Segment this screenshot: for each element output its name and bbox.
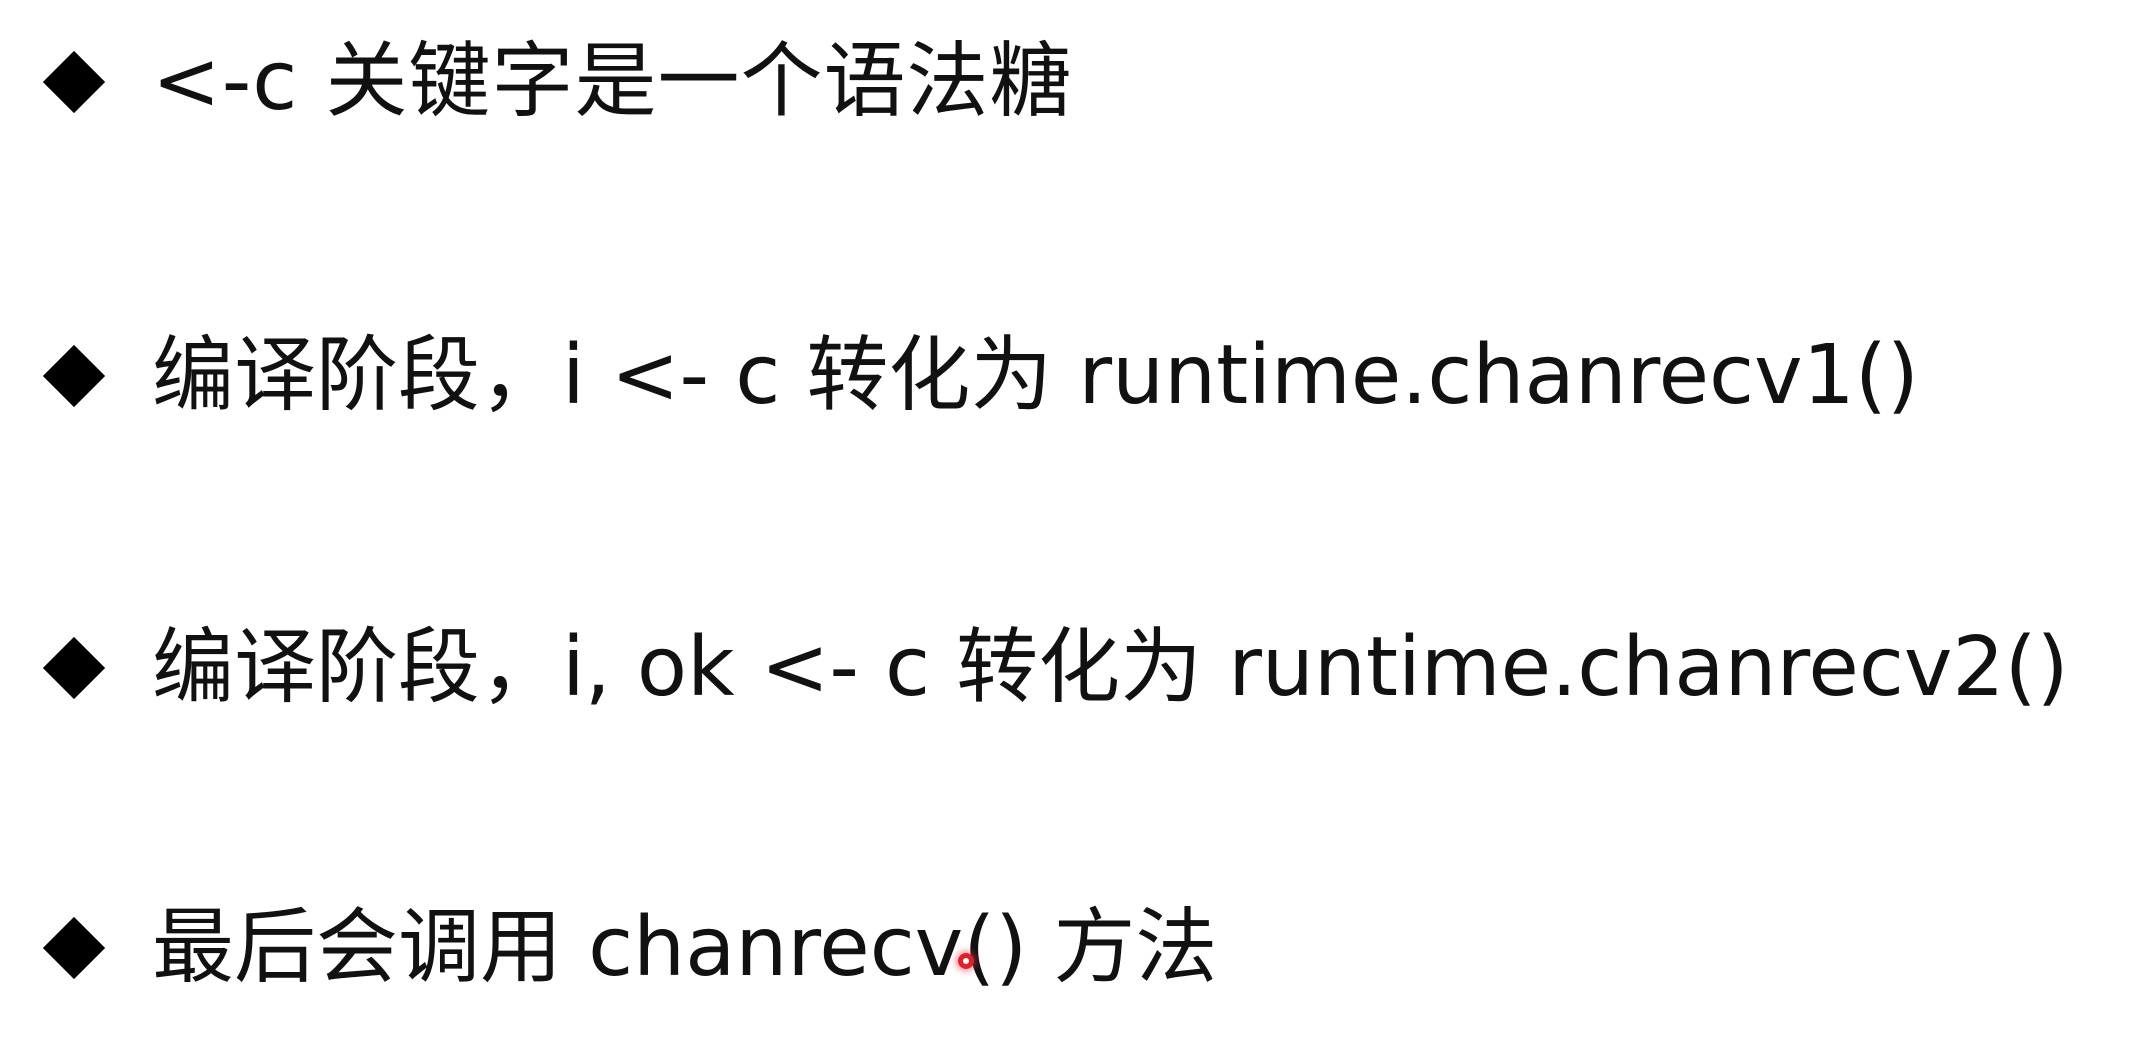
bullet-text: 编译阶段，i <- c 转化为 runtime.chanrecv1() <box>152 328 1919 423</box>
diamond-bullet-icon <box>42 916 106 980</box>
bullet-text: 最后会调用 chanrecv() 方法 <box>152 900 1218 995</box>
diamond-bullet-icon <box>42 50 106 114</box>
bullet-text: <-c 关键字是一个语法糖 <box>152 34 1073 129</box>
bullet-text: 编译阶段，i, ok <- c 转化为 runtime.chanrecv2() <box>152 620 2069 715</box>
diamond-bullet-icon <box>42 344 106 408</box>
laser-pointer-icon <box>958 953 974 969</box>
slide-canvas: <-c 关键字是一个语法糖 编译阶段，i <- c 转化为 runtime.ch… <box>0 0 2141 1041</box>
diamond-bullet-icon <box>42 636 106 700</box>
